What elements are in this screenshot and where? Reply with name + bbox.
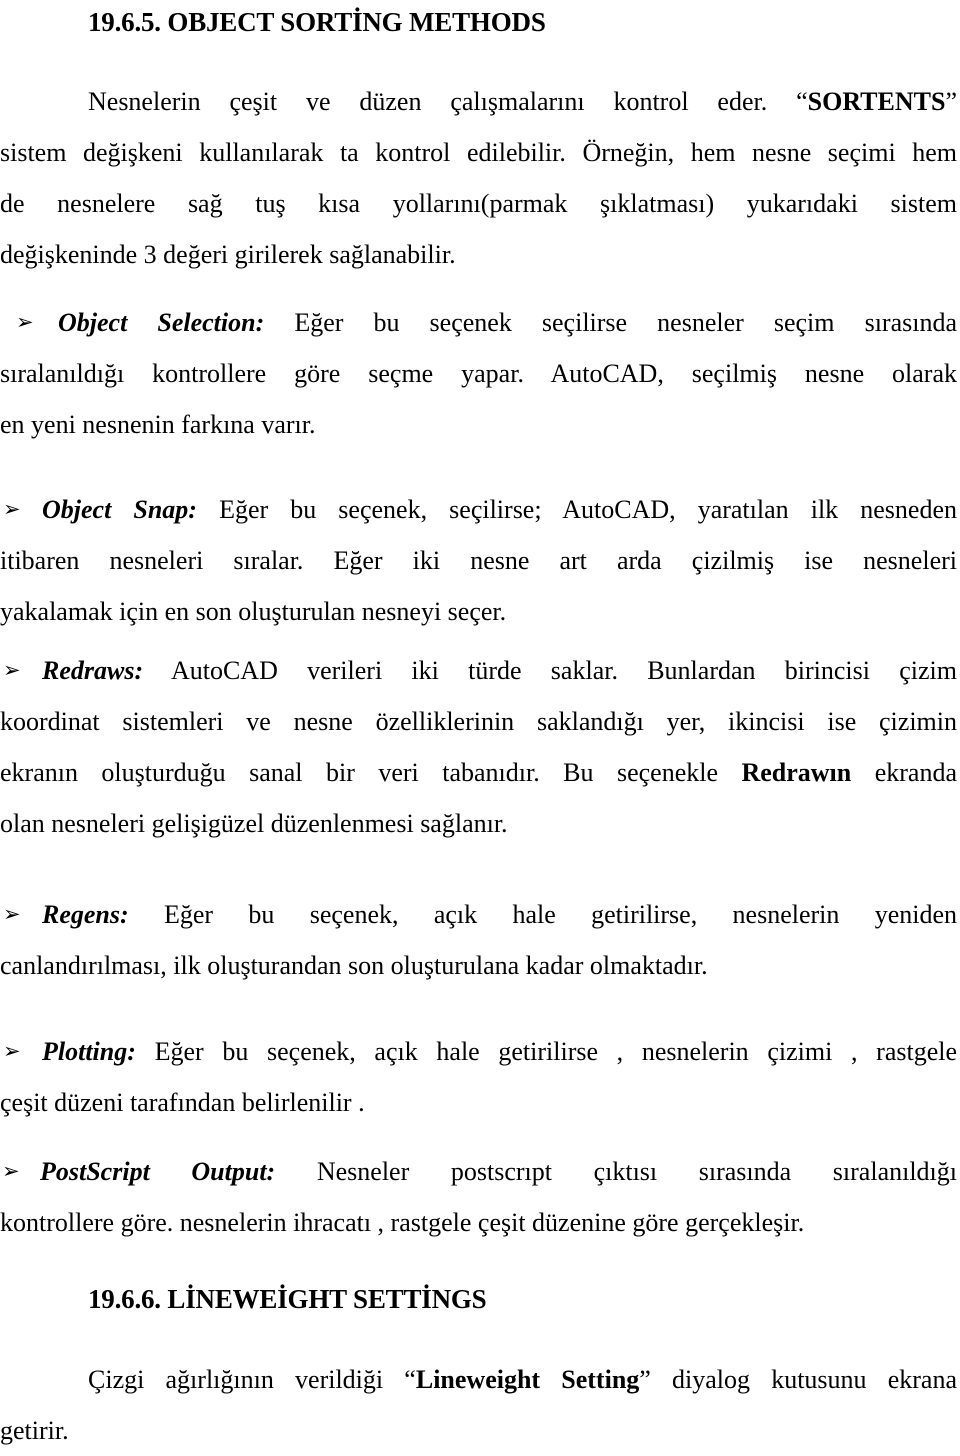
intro-line-2: sistem değişkeni kullanılarak ta kontrol…: [0, 138, 957, 167]
arrow-bullet-icon: ➢: [3, 902, 21, 926]
bullet-line-1: Eğer bu seçenek, açık hale getirilirse, …: [164, 900, 958, 929]
intro-line-1-text-a: Nesnelerin çeşit ve düzen çalışmalarını …: [88, 87, 808, 116]
bullet-body: Regens: Eğer bu seçenek, açık hale getir…: [0, 889, 957, 991]
sortents-keyword: SORTENTS: [807, 87, 946, 116]
bullet-line-1: AutoCAD verileri iki türde saklar. Bunla…: [170, 656, 957, 685]
section-heading-19-6-6: 19.6.6. LİNEWEİGHT SETTİNGS: [88, 1284, 487, 1314]
arrow-bullet-icon: ➢: [3, 497, 21, 521]
redrawin-keyword: Redrawın: [741, 758, 852, 787]
bullet-lead-label: Regens:: [42, 900, 129, 929]
bullet-line-1: Eğer bu seçenek, açık hale getirilirse ,…: [154, 1037, 958, 1066]
closing-line-1-text-a: Çizgi ağırlığının verildiği “: [88, 1365, 416, 1394]
section-heading-19-6-5: 19.6.5. OBJECT SORTİNG METHODS: [88, 7, 546, 37]
bullet-lead-label: Object Snap:: [42, 495, 197, 524]
bullet-line-3-text-b: ekranda: [851, 758, 957, 787]
bullet-body: PostScript Output: Nesneler postscrıpt ç…: [0, 1146, 957, 1248]
document-page: 19.6.5. OBJECT SORTİNG METHODS Nesneleri…: [0, 0, 960, 1447]
bullet-line-3: ekranın oluşturduğu sanal bir veri taban…: [0, 747, 957, 798]
bullet-object-snap: ➢ Object Snap: Eğer bu seçenek, seçilirs…: [0, 484, 957, 637]
closing-paragraph: Çizgi ağırlığının verildiği “Lineweight …: [0, 1354, 957, 1456]
bullet-lead-label: Plotting:: [42, 1037, 136, 1066]
bullet-line-2: kontrollere göre. nesnelerin ihracatı , …: [0, 1208, 805, 1237]
bullet-line-1: Eğer bu seçenek seçilirse nesneler seçim…: [294, 308, 957, 337]
arrow-bullet-icon: ➢: [16, 310, 34, 334]
bullet-object-selection: ➢ Object Selection: Eğer bu seçenek seçi…: [0, 297, 957, 450]
bullet-lead-label: Redraws:: [42, 656, 144, 685]
closing-line-1-text-b: ” diyalog kutusunu ekrana: [639, 1365, 957, 1394]
arrow-bullet-icon: ➢: [3, 1039, 21, 1063]
bullet-line-2: sıralanıldığı kontrollere göre seçme yap…: [0, 359, 957, 388]
lineweight-setting-keyword: Lineweight Setting: [415, 1365, 640, 1394]
bullet-line-2: canlandırılması, ilk oluşturandan son ol…: [0, 951, 708, 980]
bullet-body: Redraws: AutoCAD verileri iki türde sakl…: [0, 645, 957, 849]
bullet-lead-label: PostScript Output:: [40, 1157, 276, 1186]
bullet-body: Object Snap: Eğer bu seçenek, seçilirse;…: [0, 484, 957, 637]
bullet-line-2: çeşit düzeni tarafından belirlenilir .: [0, 1088, 365, 1117]
bullet-body: Object Selection: Eğer bu seçenek seçili…: [0, 297, 957, 450]
bullet-postscript-output: ➢ PostScript Output: Nesneler postscrıpt…: [0, 1146, 957, 1248]
bullet-line-3-text-a: ekranın oluşturduğu sanal bir veri taban…: [0, 758, 742, 787]
bullet-lead-label: Object Selection:: [58, 308, 265, 337]
arrow-bullet-icon: ➢: [3, 658, 21, 682]
bullet-plotting: ➢ Plotting: Eğer bu seçenek, açık hale g…: [0, 1026, 957, 1128]
bullet-line-1: Eğer bu seçenek, seçilirse; AutoCAD, yar…: [219, 495, 957, 524]
bullet-body: Plotting: Eğer bu seçenek, açık hale get…: [0, 1026, 957, 1128]
bullet-redraws: ➢ Redraws: AutoCAD verileri iki türde sa…: [0, 645, 957, 849]
bullet-line-4: olan nesneleri gelişigüzel düzenlenmesi …: [0, 809, 508, 838]
bullet-line-2: koordinat sistemleri ve nesne özellikler…: [0, 707, 957, 736]
arrow-bullet-icon: ➢: [2, 1159, 20, 1183]
intro-line-4: değişkeninde 3 değeri girilerek sağlanab…: [0, 240, 456, 269]
intro-paragraph: Nesnelerin çeşit ve düzen çalışmalarını …: [0, 76, 957, 280]
bullet-regens: ➢ Regens: Eğer bu seçenek, açık hale get…: [0, 889, 957, 991]
intro-line-1-text-b: ”: [945, 87, 957, 116]
bullet-line-2: itibaren nesneleri sıralar. Eğer iki nes…: [0, 546, 957, 575]
bullet-line-3: yakalamak için en son oluşturulan nesney…: [0, 597, 507, 626]
bullet-line-1: Nesneler postscrıpt çıktısı sırasında sı…: [316, 1157, 957, 1186]
bullet-line-3: en yeni nesnenin farkına varır.: [0, 410, 316, 439]
closing-line-2: getirir.: [0, 1416, 69, 1445]
intro-line-3: de nesnelere sağ tuş kısa yollarını(parm…: [0, 189, 957, 218]
